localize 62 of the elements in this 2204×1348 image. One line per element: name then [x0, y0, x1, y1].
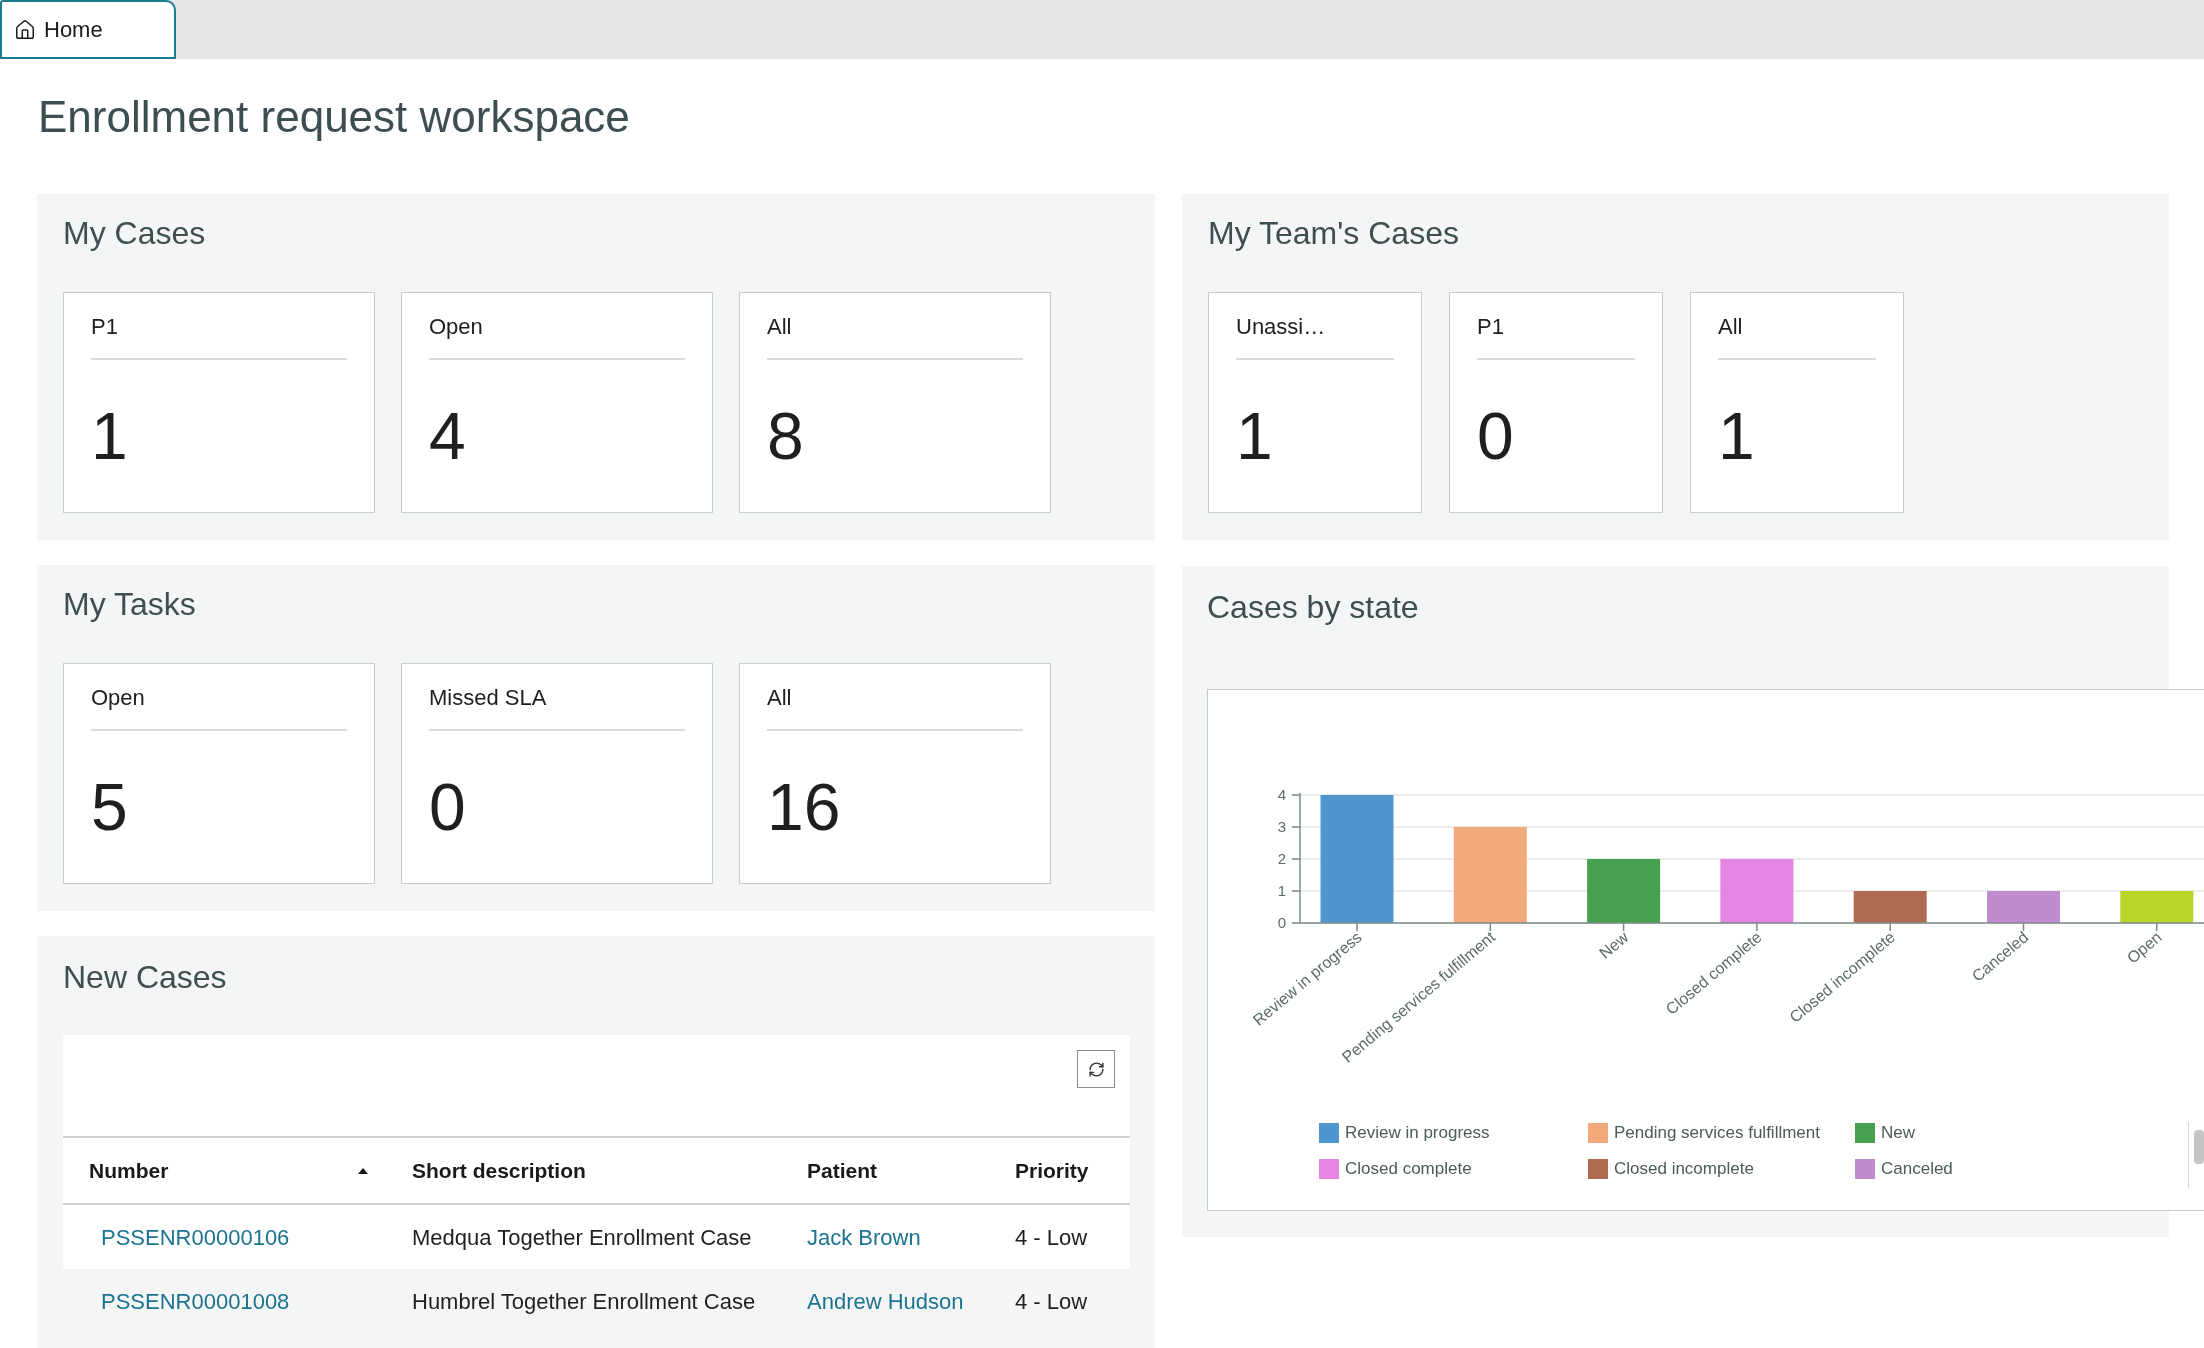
house-icon	[14, 18, 36, 41]
page-title: Enrollment request workspace	[38, 93, 630, 141]
case-number-link[interactable]: PSSENR00000106	[101, 1224, 290, 1250]
column-header[interactable]: Short description	[400, 1138, 795, 1203]
count-card[interactable]: All 8	[739, 292, 1051, 513]
panel-title: My Cases	[63, 214, 206, 253]
case-description: Humbrel Together Enrollment Case	[412, 1288, 756, 1314]
legend-label: Review in progress	[1345, 1123, 1490, 1143]
count-card[interactable]: Unassi… 1	[1208, 292, 1422, 513]
count-card[interactable]: All 1	[1690, 292, 1904, 513]
patient-link[interactable]: Andrew Hudson	[807, 1288, 964, 1314]
scrollbar-thumb[interactable]	[2194, 1130, 2204, 1164]
count-value: 1	[91, 400, 128, 472]
count-value: 1	[1718, 400, 1755, 472]
card-label: P1	[1477, 313, 1504, 341]
column-header[interactable]: Priority	[1000, 1138, 1130, 1203]
count-card[interactable]: Open 4	[401, 292, 713, 513]
tab[interactable]: Home	[0, 0, 176, 59]
panel-title: New Cases	[63, 958, 227, 997]
legend-label: Pending services fulfillment	[1614, 1123, 1820, 1143]
card-label: All	[767, 684, 792, 712]
count-value: 8	[767, 400, 804, 472]
card-label: All	[1718, 313, 1743, 341]
count-card[interactable]: All 16	[739, 663, 1051, 884]
count-value: 1	[1236, 400, 1273, 472]
refresh-button[interactable]	[1077, 1050, 1115, 1088]
priority-value: 4 - Low	[1015, 1224, 1088, 1250]
panel-title: My Team's Cases	[1208, 214, 1459, 253]
case-description: Medqua Together Enrollment Case	[412, 1224, 752, 1250]
case-number-link[interactable]: PSSENR00001008	[101, 1288, 290, 1314]
count-value: 5	[91, 771, 128, 843]
card-label: Open	[429, 313, 483, 341]
column-header[interactable]: Number	[63, 1138, 400, 1203]
legend-label: New	[1881, 1123, 1915, 1143]
count-value: 16	[767, 771, 841, 843]
count-value: 0	[1477, 400, 1514, 472]
count-card[interactable]: Open 5	[63, 663, 375, 884]
count-value: 4	[429, 400, 466, 472]
panel-title: My Tasks	[63, 585, 196, 624]
patient-link[interactable]: Jack Brown	[807, 1224, 921, 1250]
card-label: P1	[91, 313, 118, 341]
card-label: Unassi…	[1236, 313, 1326, 341]
axis-tick-label: 2	[1277, 850, 1286, 867]
count-value: 0	[429, 771, 466, 843]
card-label: Open	[91, 684, 145, 712]
axis-tick-label: 1	[1277, 882, 1286, 899]
card-label: All	[767, 313, 792, 341]
count-card[interactable]: P1 1	[63, 292, 375, 513]
count-card[interactable]: P1 0	[1449, 292, 1663, 513]
panel-title: Cases by state	[1207, 588, 1419, 627]
legend-label: Canceled	[1881, 1159, 1953, 1179]
card-label: Missed SLA	[429, 684, 547, 712]
legend-label: Closed incomplete	[1614, 1159, 1754, 1179]
axis-tick-label: 3	[1277, 818, 1286, 835]
column-header[interactable]: Patient	[795, 1138, 1000, 1203]
priority-value: 4 - Low	[1015, 1288, 1088, 1314]
axis-label: New	[1596, 928, 1632, 962]
axis-tick-label: 0	[1277, 914, 1286, 931]
refresh-icon	[1087, 1060, 1105, 1078]
axis-tick-label: 4	[1277, 786, 1286, 803]
count-card[interactable]: Missed SLA 0	[401, 663, 713, 884]
legend-label: Closed complete	[1345, 1159, 1472, 1179]
